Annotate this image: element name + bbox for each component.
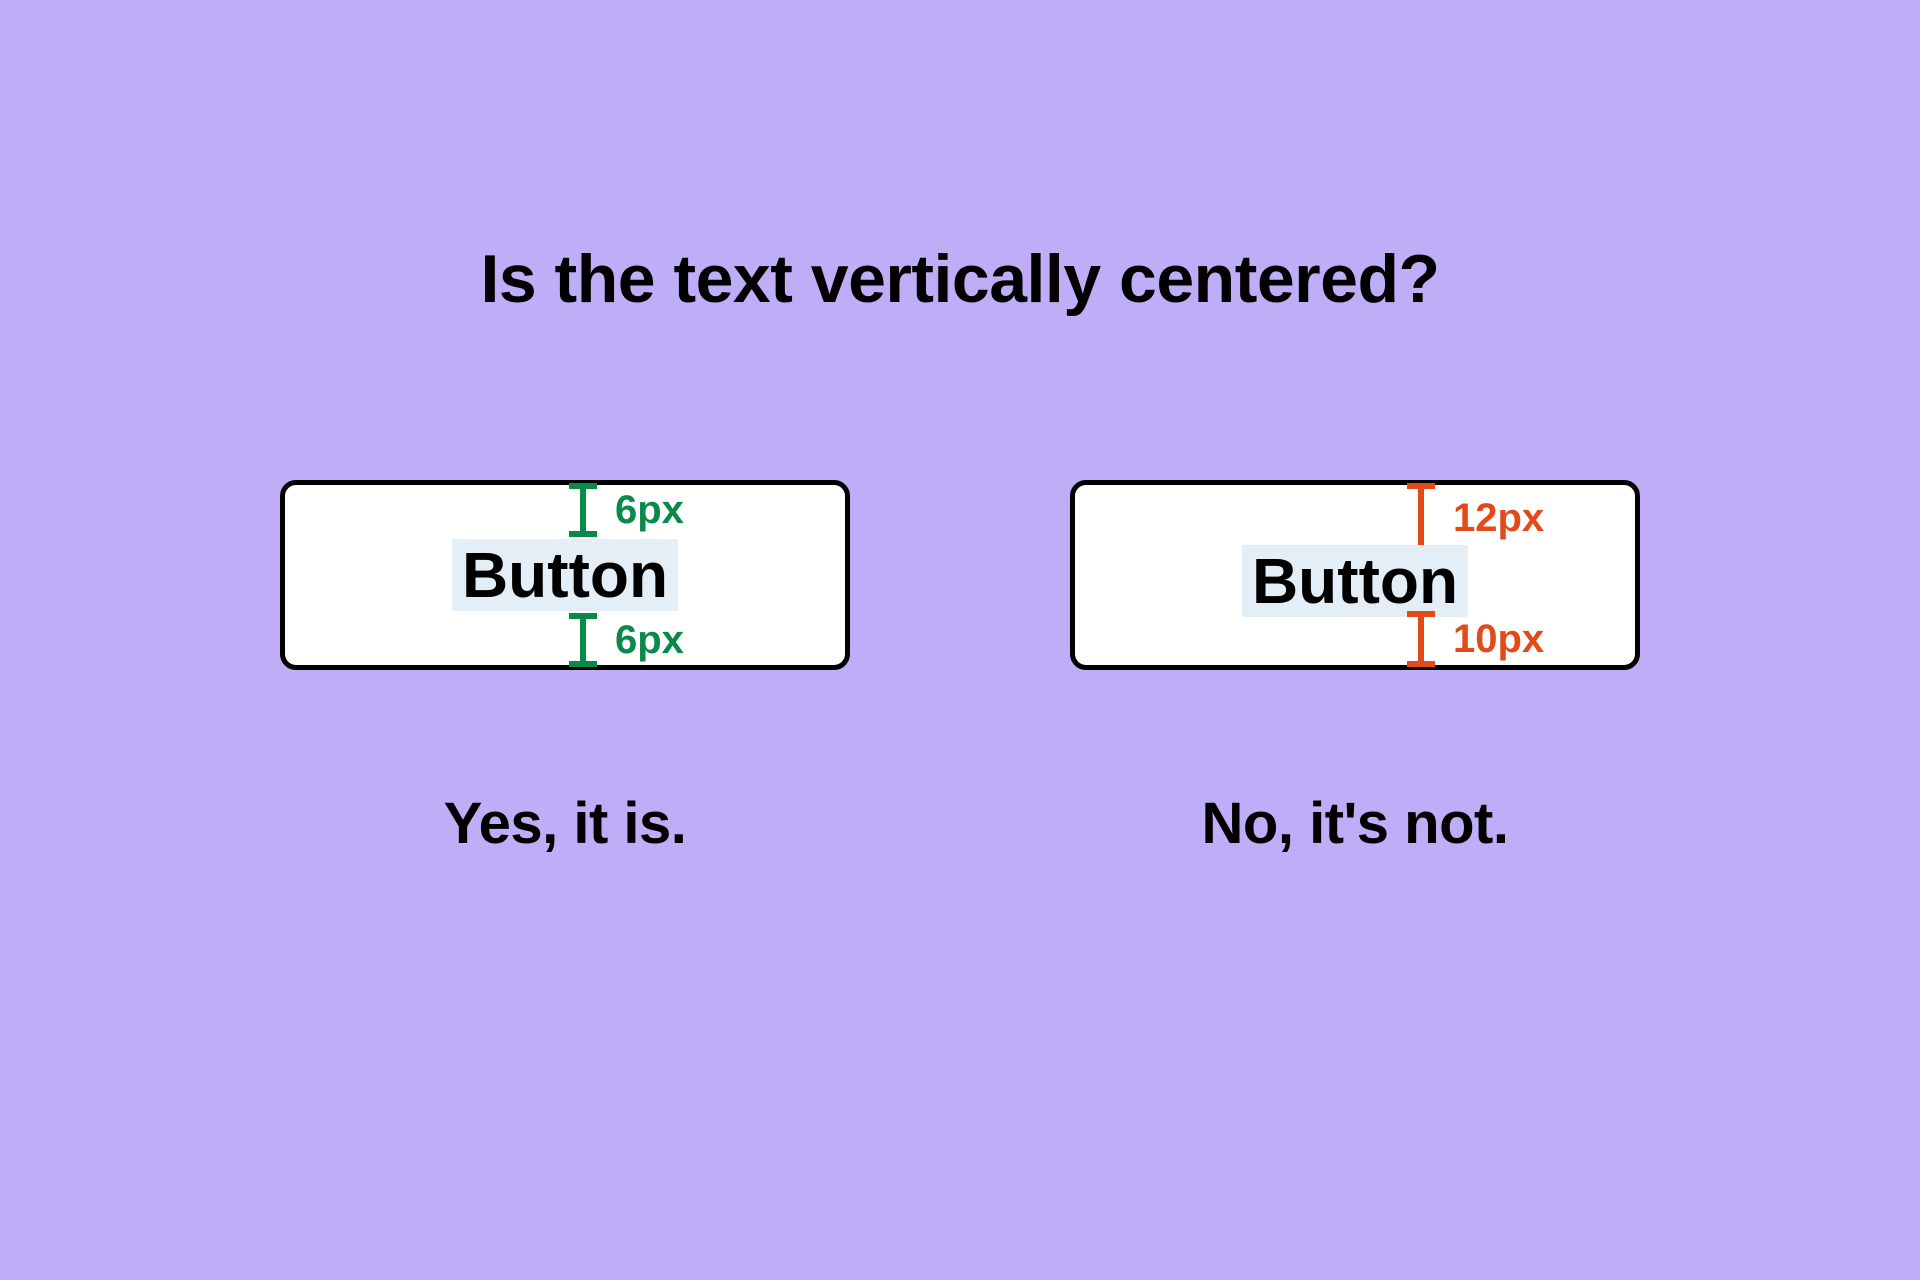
measure-label: 10px <box>1453 617 1544 662</box>
button-label-centered: Button <box>452 539 678 611</box>
measure-label: 6px <box>615 488 684 533</box>
button-box-offcenter: 12px Button 10p <box>1070 480 1640 670</box>
example-centered: 6px Button 6px <box>280 480 850 857</box>
caption-offcenter: No, it's not. <box>1202 790 1509 857</box>
diagram-canvas: Is the text vertically centered? <box>0 0 1920 1280</box>
measure-bottom-offcenter: 10px <box>1403 611 1544 667</box>
measure-top-centered: 6px <box>565 483 684 537</box>
measure-label: 6px <box>615 618 684 663</box>
bracket-icon <box>565 613 601 667</box>
example-offcenter: 12px Button 10p <box>1070 480 1640 857</box>
examples-row: 6px Button 6px <box>0 480 1920 857</box>
diagram-title: Is the text vertically centered? <box>0 240 1920 318</box>
button-box-centered: 6px Button 6px <box>280 480 850 670</box>
bracket-icon <box>1403 611 1439 667</box>
measure-label: 12px <box>1453 496 1544 541</box>
button-label-offcenter: Button <box>1242 545 1468 617</box>
bracket-icon <box>1403 483 1439 553</box>
measure-top-offcenter: 12px <box>1403 483 1544 553</box>
caption-centered: Yes, it is. <box>444 790 687 857</box>
measure-bottom-centered: 6px <box>565 613 684 667</box>
bracket-icon <box>565 483 601 537</box>
